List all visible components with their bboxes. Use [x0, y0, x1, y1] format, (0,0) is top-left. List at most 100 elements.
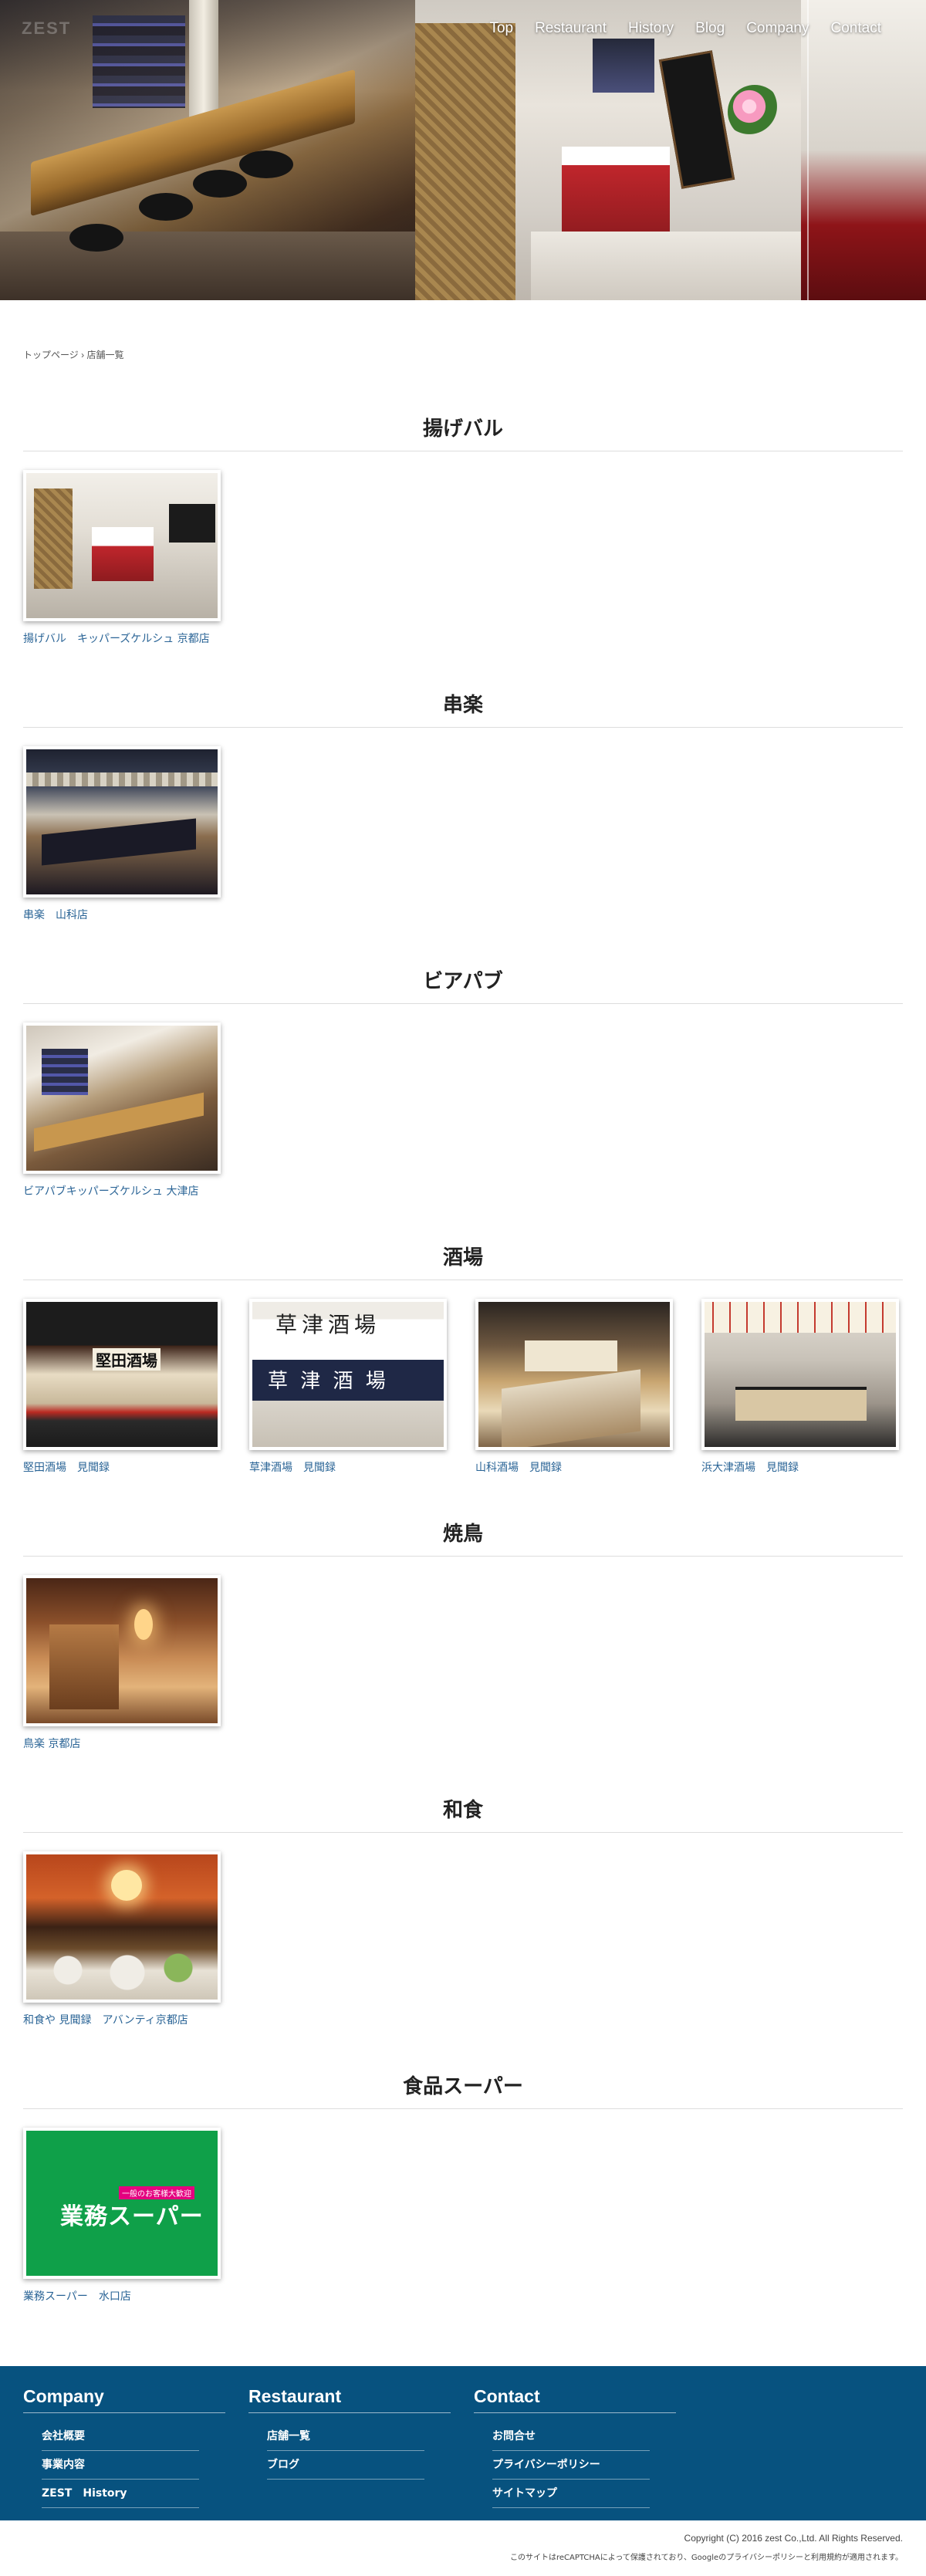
site-footer: Company 会社概要 事業内容 ZEST History Restauran… [0, 2366, 926, 2520]
footer-link-item: プライバシーポリシー [492, 2451, 650, 2480]
store-thumbnail[interactable]: 一般のお客様大歓迎 業務スーパー [23, 2128, 221, 2279]
store-thumbnail[interactable] [23, 1299, 221, 1450]
store-link[interactable]: 草津酒場 見聞録 [249, 1459, 447, 1475]
store-card: 揚げバル キッパーズケルシュ 京都店 [23, 470, 221, 646]
hero-divider [807, 0, 809, 300]
footer-company-title: Company [23, 2386, 104, 2406]
footer-link-item: ZEST History [42, 2480, 199, 2508]
footer-divider [248, 2412, 451, 2413]
nav-contact[interactable]: Contact [820, 20, 892, 37]
store-card: 草津酒場 見聞録 [249, 1299, 447, 1475]
section-title: 酒場 [442, 1246, 483, 1269]
breadcrumb-current: 店舗一覧 [86, 350, 124, 360]
footer-link-item: ブログ [267, 2451, 424, 2480]
gyomu-logo-text: 業務スーパー [60, 2203, 204, 2230]
footer-link-business[interactable]: 事業内容 [42, 2459, 85, 2471]
store-link[interactable]: 堅田酒場 見聞録 [23, 1459, 221, 1475]
main-nav: Top Restaurant History Blog Company Cont… [478, 20, 892, 37]
store-link[interactable]: 業務スーパー 水口店 [23, 2288, 221, 2304]
footer-divider [23, 2412, 225, 2413]
store-thumbnail[interactable] [475, 1299, 673, 1450]
store-link[interactable]: 山科酒場 見聞録 [475, 1459, 673, 1475]
nav-history[interactable]: History [617, 20, 684, 37]
store-list: 揚げバル キッパーズケルシュ 京都店 [23, 470, 903, 646]
section-yakitori: 焼鳥 鳥楽 京都店 [23, 1519, 903, 1751]
footer-link-store-list[interactable]: 店舗一覧 [267, 2430, 310, 2442]
site-logo[interactable]: ZEST [22, 19, 153, 42]
hero-image-bar-interior [0, 0, 415, 300]
hero-booth [562, 147, 670, 239]
footer-link-item: 事業内容 [42, 2451, 199, 2480]
hero-image-storefront [415, 0, 926, 300]
section-title: 揚げバル [422, 418, 503, 441]
store-card: 鳥楽 京都店 [23, 1575, 221, 1751]
footer-link-company-profile[interactable]: 会社概要 [42, 2430, 85, 2442]
store-link[interactable]: 揚げバル キッパーズケルシュ 京都店 [23, 630, 221, 646]
footer-link-item: お問合せ [492, 2422, 650, 2451]
breadcrumb-separator: › [81, 350, 85, 360]
hero-stool [139, 193, 193, 221]
store-link[interactable]: ビアパブキッパーズケルシュ 大津店 [23, 1183, 221, 1198]
section-divider [23, 1003, 903, 1004]
store-list: 堅田酒場 見聞録 草津酒場 見聞録 山科酒場 見聞録 浜大津酒場 見聞録 [23, 1299, 903, 1475]
section-supermarket: 食品スーパー 一般のお客様大歓迎 業務スーパー 業務スーパー 水口店 [23, 2071, 903, 2304]
hero-banner: ZEST Top Restaurant History Blog Company… [0, 0, 926, 300]
store-card: 山科酒場 見聞録 [475, 1299, 673, 1475]
hero-stool [69, 224, 123, 252]
store-list: 一般のお客様大歓迎 業務スーパー 業務スーパー 水口店 [23, 2128, 903, 2304]
store-thumbnail[interactable] [23, 1023, 221, 1174]
store-thumbnail[interactable] [23, 1851, 221, 2003]
store-thumbnail[interactable] [701, 1299, 899, 1450]
footer-contact-links: お問合せ プライバシーポリシー サイトマップ [474, 2422, 676, 2508]
store-thumbnail[interactable] [23, 746, 221, 898]
footer-contact-title: Contact [474, 2386, 540, 2406]
footer-link-blog[interactable]: ブログ [267, 2459, 299, 2471]
hero-menu-board [658, 50, 735, 189]
store-card: ビアパブキッパーズケルシュ 大津店 [23, 1023, 221, 1198]
nav-restaurant[interactable]: Restaurant [524, 20, 617, 37]
hero-stool [239, 150, 293, 178]
footer-link-item: 会社概要 [42, 2422, 199, 2451]
hero-red-seats [801, 0, 926, 300]
store-link[interactable]: 串楽 山科店 [23, 907, 221, 922]
footer-link-history[interactable]: ZEST History [42, 2487, 127, 2500]
footer-contact-column: Contact お問合せ プライバシーポリシー サイトマップ [474, 2385, 676, 2508]
section-divider [23, 1556, 903, 1557]
footer-link-privacy[interactable]: プライバシーポリシー [492, 2459, 600, 2471]
footer-link-item: サイトマップ [492, 2480, 650, 2508]
section-beerpub: ビアパブ ビアパブキッパーズケルシュ 大津店 [23, 966, 903, 1198]
breadcrumb-home[interactable]: トップページ [23, 350, 79, 360]
section-washoku: 和食 和食や 見聞録 アバンティ京都店 [23, 1795, 903, 2027]
footer-restaurant-title: Restaurant [248, 2386, 342, 2406]
section-divider [23, 2108, 903, 2109]
hero-hood [593, 39, 654, 93]
hero-flowers [728, 85, 782, 139]
section-title: 和食 [442, 1799, 483, 1822]
section-divider [23, 1832, 903, 1833]
hero-counter-white [531, 232, 809, 300]
hero-tile-wall [415, 23, 515, 300]
nav-blog[interactable]: Blog [684, 20, 735, 37]
store-link[interactable]: 鳥楽 京都店 [23, 1736, 221, 1751]
store-card: 串楽 山科店 [23, 746, 221, 922]
footer-link-inquiry[interactable]: お問合せ [492, 2430, 536, 2442]
store-thumbnail[interactable] [23, 470, 221, 621]
section-agebar: 揚げバル 揚げバル キッパーズケルシュ 京都店 [23, 414, 903, 646]
section-title: 食品スーパー [403, 2075, 523, 2098]
store-thumbnail[interactable] [249, 1299, 447, 1450]
footer-divider [474, 2412, 676, 2413]
recaptcha-notice: このサイトはreCAPTCHAによって保護されており、Googleのプライバシー… [509, 2554, 903, 2562]
section-title: 焼鳥 [442, 1523, 483, 1546]
store-link[interactable]: 和食や 見聞録 アバンティ京都店 [23, 2012, 221, 2027]
store-card: 浜大津酒場 見聞録 [701, 1299, 899, 1475]
section-title: ビアパブ [423, 970, 503, 993]
store-link[interactable]: 浜大津酒場 見聞録 [701, 1459, 899, 1475]
nav-company[interactable]: Company [735, 20, 820, 37]
store-thumbnail[interactable] [23, 1575, 221, 1726]
breadcrumb: トップページ › 店舗一覧 [23, 348, 123, 361]
store-card: 堅田酒場 見聞録 [23, 1299, 221, 1475]
store-list: 鳥楽 京都店 [23, 1575, 903, 1751]
nav-top[interactable]: Top [478, 20, 524, 37]
footer-link-sitemap[interactable]: サイトマップ [492, 2487, 557, 2500]
store-list: ビアパブキッパーズケルシュ 大津店 [23, 1023, 903, 1198]
